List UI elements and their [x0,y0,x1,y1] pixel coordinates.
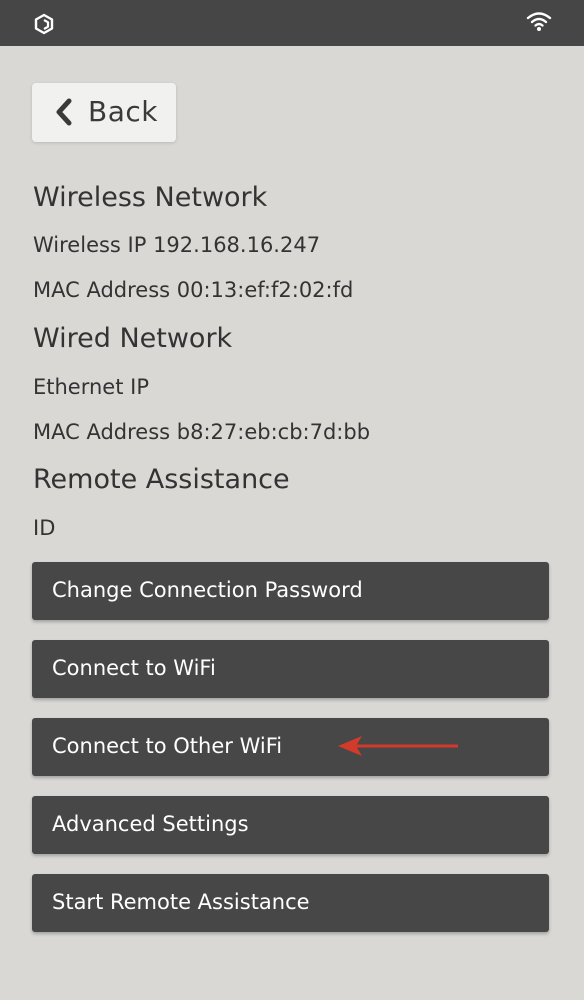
ethernet-ip-text: Ethernet IP [33,375,149,399]
app-logo-icon [34,13,54,35]
status-bar [0,0,584,46]
arrow-left-icon [338,736,458,756]
remote-assistance-heading: Remote Assistance [33,464,290,495]
button-label: Connect to WiFi [52,656,216,680]
wireless-network-heading: Wireless Network [33,182,268,213]
back-button[interactable]: Back [32,83,176,142]
remote-id-text: ID [33,516,56,540]
start-remote-assistance-button[interactable]: Start Remote Assistance [32,874,549,932]
button-label: Change Connection Password [52,578,363,602]
change-connection-password-button[interactable]: Change Connection Password [32,562,549,620]
wired-network-heading: Wired Network [33,323,233,354]
chevron-left-icon [56,98,72,126]
button-label: Start Remote Assistance [52,890,310,914]
wireless-ip-text: Wireless IP 192.168.16.247 [33,233,321,257]
wireless-mac-text: MAC Address 00:13:ef:f2:02:fd [33,278,354,302]
wifi-icon [526,12,552,31]
wired-mac-text: MAC Address b8:27:eb:cb:7d:bb [33,420,371,444]
connect-to-other-wifi-button[interactable]: Connect to Other WiFi [32,718,549,776]
button-label: Advanced Settings [52,812,249,836]
connect-to-wifi-button[interactable]: Connect to WiFi [32,640,549,698]
advanced-settings-button[interactable]: Advanced Settings [32,796,549,854]
button-label: Connect to Other WiFi [52,734,283,758]
back-button-label: Back [88,95,158,128]
